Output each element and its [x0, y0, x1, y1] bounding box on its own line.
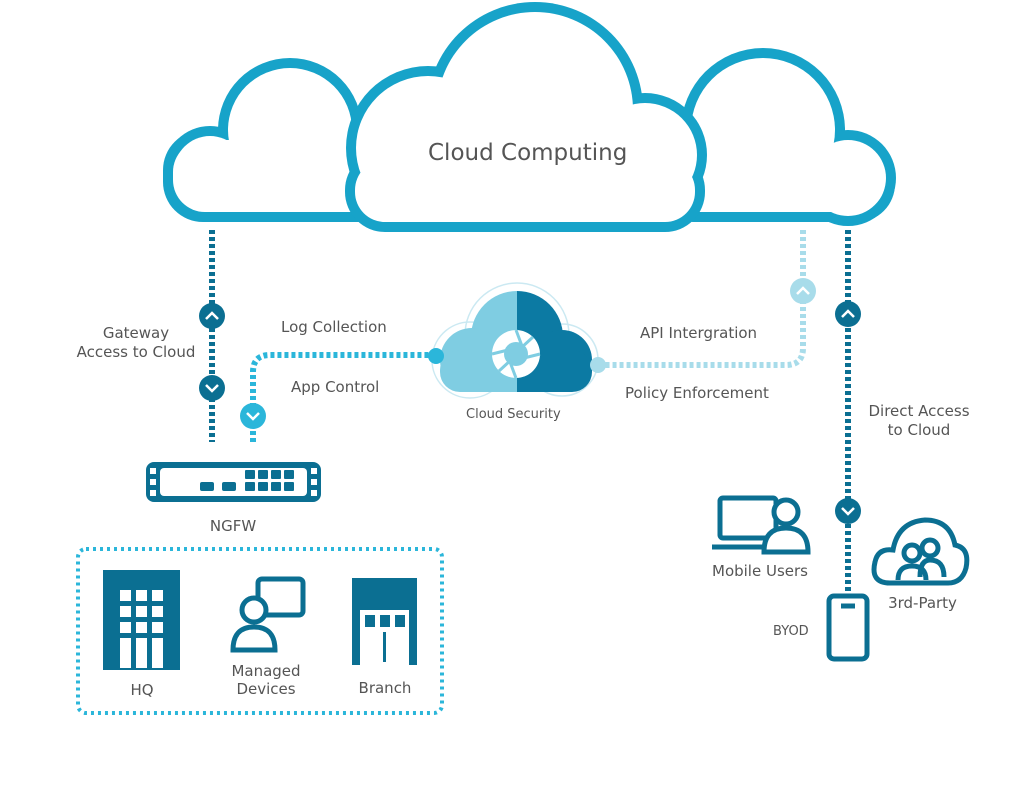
ngfw-label: NGFW: [209, 517, 257, 535]
label-line: Access to Cloud: [76, 343, 196, 361]
api-policy-line: [597, 230, 806, 368]
label-line: Gateway: [102, 324, 170, 342]
api-integration-label: API Intergration: [640, 324, 758, 342]
branch-label: Branch: [358, 679, 412, 697]
diagram-graphics: [76, 2, 970, 715]
log-collection-label: Log Collection: [281, 318, 387, 336]
third-party-cloud-icon: [871, 517, 970, 586]
diagram: Cloud Computing Cloud Security Gateway A…: [0, 0, 1024, 791]
building-icon: [103, 570, 180, 670]
chevron-down-icon: [199, 375, 225, 401]
policy-enforcement-label: Policy Enforcement: [625, 384, 769, 402]
store-icon: [352, 578, 417, 665]
chevron-down-icon: [240, 403, 266, 429]
mobile-users-icon: [712, 495, 811, 555]
app-control-label: App Control: [291, 378, 380, 396]
byod-label: BYOD: [773, 624, 809, 639]
cloud-security-icon: [428, 282, 606, 399]
chevron-down-icon: [835, 498, 861, 524]
label-line: to Cloud: [887, 421, 951, 439]
log-app-line: [250, 352, 438, 442]
gateway-access-label: Gateway Access to Cloud: [56, 324, 216, 362]
firewall-icon: [146, 462, 321, 502]
phone-icon: [826, 593, 870, 662]
direct-access-label: Direct Access to Cloud: [850, 402, 988, 440]
label-line: Direct Access: [868, 402, 970, 420]
label-line: Devices: [236, 680, 296, 698]
chevron-up-icon: [790, 278, 816, 304]
cloud-security-label: Cloud Security: [466, 407, 561, 422]
hq-label: HQ: [130, 681, 154, 699]
mobile-users-label: Mobile Users: [712, 562, 808, 580]
managed-devices-label: Managed Devices: [216, 662, 316, 698]
main-cloud-shape: [345, 2, 707, 232]
third-party-label: 3rd-Party: [888, 594, 957, 612]
page-title: Cloud Computing: [428, 140, 628, 166]
managed-device-icon: [230, 576, 306, 653]
chevron-up-icon: [835, 301, 861, 327]
label-line: Managed: [231, 662, 301, 680]
